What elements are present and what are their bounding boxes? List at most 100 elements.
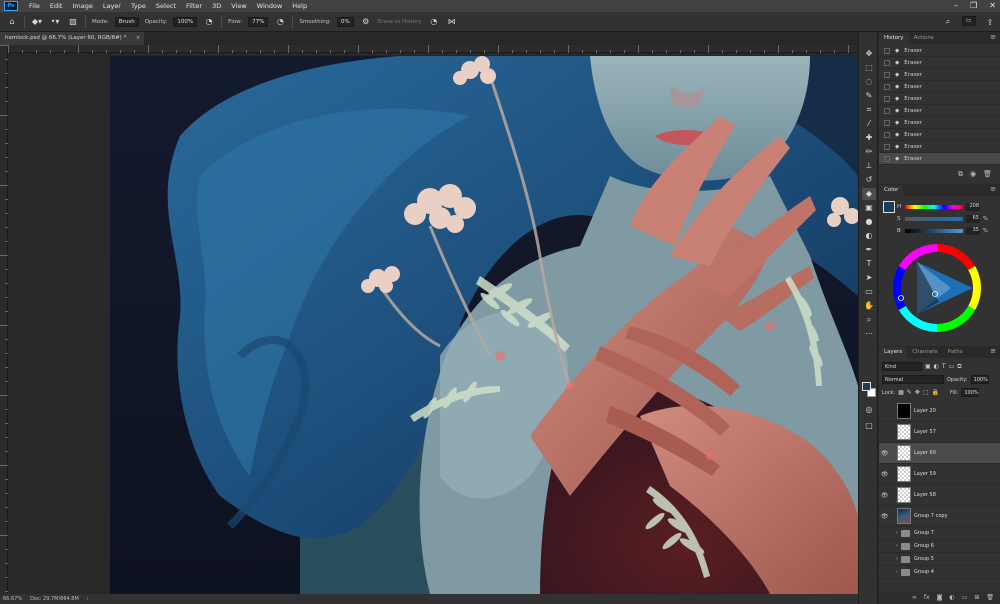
snapshot-icon[interactable]: ◉ (970, 170, 976, 178)
panel-menu-icon[interactable]: ≡ (990, 185, 996, 193)
layer-style-icon[interactable]: fx (924, 594, 930, 601)
visibility-eye-icon[interactable]: 👁 (879, 408, 890, 415)
visibility-eye-icon[interactable]: 👁 (879, 513, 890, 520)
shape-icon[interactable]: ▭ (862, 286, 876, 298)
search-icon[interactable]: ⌕ (942, 16, 954, 28)
group-row[interactable]: 👁› Group 5 (879, 553, 1000, 566)
group-row[interactable]: 👁› Group 4 (879, 566, 1000, 579)
lock-artboard-icon[interactable]: ⬚ (923, 389, 929, 396)
airbrush-icon[interactable]: ◔ (274, 16, 286, 28)
visibility-eye-icon[interactable]: 👁 (879, 556, 890, 563)
menu-file[interactable]: File (24, 2, 45, 10)
erase-to-history-toggle[interactable]: Erase to History (378, 19, 422, 25)
lock-position-icon[interactable]: ✥ (915, 389, 920, 396)
history-item[interactable]: ◆ Eraser (879, 141, 1000, 153)
menu-edit[interactable]: Edit (45, 2, 68, 10)
tab-layers[interactable]: Layers (879, 347, 908, 358)
hue-slider[interactable] (905, 204, 963, 209)
link-layers-icon[interactable]: ∞ (912, 594, 917, 601)
menu-filter[interactable]: Filter (181, 2, 207, 10)
layer-row[interactable]: 👁 Layer 60 (879, 443, 1000, 464)
menu-3d[interactable]: 3D (207, 2, 226, 10)
layer-row[interactable]: 👁 Layer 57 (879, 422, 1000, 443)
lasso-icon[interactable]: ◌ (862, 76, 876, 88)
visibility-eye-icon[interactable]: 👁 (879, 492, 890, 499)
history-item[interactable]: ◆ Eraser (879, 57, 1000, 69)
chevron-right-icon[interactable]: › (893, 556, 901, 562)
canvas-area[interactable] (8, 53, 858, 594)
symmetry-icon[interactable]: ⋈ (446, 16, 458, 28)
saturation-slider[interactable] (905, 216, 963, 221)
foreground-color-swatch[interactable] (883, 201, 895, 213)
layer-name[interactable]: Layer 57 (914, 429, 936, 435)
screen-mode-icon[interactable]: ▢ (862, 420, 876, 432)
artwork-canvas[interactable] (110, 56, 858, 594)
history-item[interactable]: ◆ Eraser (879, 117, 1000, 129)
group-name[interactable]: Group 7 (914, 530, 934, 536)
home-icon[interactable]: ⌂ (6, 16, 18, 28)
color-wheel[interactable] (891, 242, 983, 334)
menu-view[interactable]: View (226, 2, 251, 10)
history-state-marker[interactable] (884, 83, 890, 90)
adjustment-layer-icon[interactable]: ◐ (949, 594, 954, 601)
history-state-marker[interactable] (884, 59, 890, 66)
layer-thumbnail[interactable] (897, 466, 911, 482)
zoom-icon[interactable]: ⌕ (862, 314, 876, 326)
layer-thumbnail[interactable] (897, 403, 911, 419)
menu-select[interactable]: Select (151, 2, 181, 10)
filter-pixel-icon[interactable]: ▣ (925, 363, 931, 370)
history-state-marker[interactable] (884, 47, 890, 54)
healing-icon[interactable]: ✚ (862, 132, 876, 144)
history-state-marker[interactable] (884, 119, 890, 126)
move-icon[interactable]: ✥ (862, 48, 876, 60)
menu-window[interactable]: Window (252, 2, 288, 10)
filter-type-icon[interactable]: T (942, 363, 946, 370)
menu-layer[interactable]: Layer (98, 2, 126, 10)
chevron-right-icon[interactable]: › (893, 569, 901, 575)
history-state-marker[interactable] (884, 95, 890, 102)
more-icon[interactable]: ⋯ (862, 328, 876, 340)
blend-mode-select[interactable]: Normal (882, 375, 944, 384)
opacity-field[interactable]: 100% (173, 16, 198, 27)
tab-channels[interactable]: Channels (907, 347, 942, 358)
crop-icon[interactable]: ⌗ (862, 104, 876, 116)
layer-thumbnail[interactable] (897, 445, 911, 461)
visibility-eye-icon[interactable]: 👁 (879, 543, 890, 550)
filter-adjustment-icon[interactable]: ◐ (934, 363, 939, 370)
layer-thumbnail[interactable] (897, 424, 911, 440)
dodge-icon[interactable]: ◐ (862, 230, 876, 242)
panel-menu-icon[interactable]: ≡ (990, 33, 996, 41)
layer-thumbnail[interactable] (897, 508, 911, 524)
layer-row[interactable]: 👁 Layer 58 (879, 485, 1000, 506)
panel-menu-icon[interactable]: ≡ (990, 347, 996, 355)
lock-transparent-icon[interactable]: ▦ (898, 389, 904, 396)
history-state-marker[interactable] (884, 71, 890, 78)
quick-select-icon[interactable]: ✎ (862, 90, 876, 102)
tab-paths[interactable]: Paths (943, 347, 968, 358)
visibility-eye-icon[interactable]: 👁 (879, 471, 890, 478)
zoom-level[interactable]: 66.67% (3, 596, 22, 602)
gradient-icon[interactable]: ▣ (862, 202, 876, 214)
layer-name[interactable]: Layer 59 (914, 471, 936, 477)
history-item[interactable]: ◆ Eraser (879, 45, 1000, 57)
filter-smart-icon[interactable]: ⧉ (957, 363, 961, 371)
lock-all-icon[interactable]: 🔒 (932, 389, 939, 396)
status-arrow-icon[interactable]: › (87, 596, 89, 602)
delete-layer-icon[interactable]: 🗑 (986, 594, 994, 601)
layer-name[interactable]: Layer 60 (914, 450, 936, 456)
menu-type[interactable]: Type (126, 2, 151, 10)
hand-icon[interactable]: ✋ (862, 300, 876, 312)
new-document-from-state-icon[interactable]: ⧉ (958, 170, 963, 179)
brush-icon[interactable]: ✏ (862, 146, 876, 158)
layer-name[interactable]: Group 7 copy (914, 513, 948, 519)
group-name[interactable]: Group 5 (914, 556, 934, 562)
layer-opacity-field[interactable]: 100% (970, 375, 989, 384)
tab-history[interactable]: History (879, 33, 909, 44)
group-row[interactable]: 👁› Group 7 (879, 527, 1000, 540)
eyedropper-icon[interactable]: ⁄ (862, 118, 876, 130)
history-state-marker[interactable] (884, 143, 890, 150)
history-item[interactable]: ◆ Eraser (879, 153, 1000, 165)
visibility-eye-icon[interactable]: 👁 (879, 450, 890, 457)
pen-icon[interactable]: ✒ (862, 244, 876, 256)
history-state-marker[interactable] (884, 155, 890, 162)
